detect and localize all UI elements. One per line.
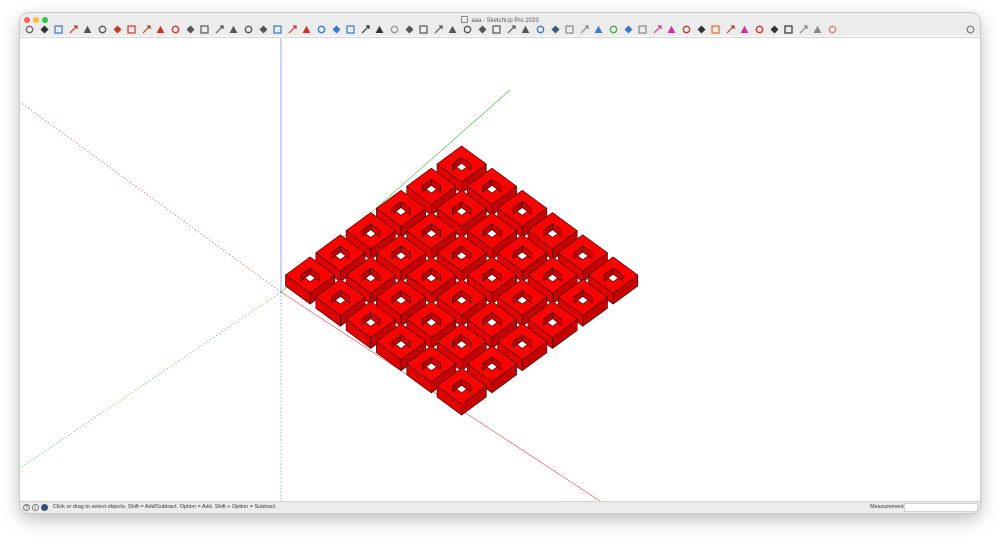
dimension-style-icon[interactable] <box>652 24 663 35</box>
box-array <box>285 145 639 416</box>
main-toolbar <box>20 23 980 37</box>
tag-icon[interactable] <box>812 24 823 35</box>
paint-bucket-icon[interactable] <box>345 24 356 35</box>
tape-measure-icon[interactable] <box>185 24 196 35</box>
move-tool-icon[interactable] <box>141 24 152 35</box>
outliner-icon[interactable] <box>827 24 838 35</box>
zoom-tool-icon[interactable] <box>243 24 254 35</box>
search-icon[interactable] <box>24 24 35 35</box>
axes-tool-icon[interactable] <box>331 24 342 35</box>
offset-tool-icon[interactable] <box>126 24 137 35</box>
red-axis-dotted <box>20 101 282 293</box>
measurements-label: Measurements <box>870 504 907 510</box>
text-tool-icon[interactable] <box>272 24 283 35</box>
bottom-view-icon[interactable] <box>491 24 502 35</box>
solid-tools-icon[interactable] <box>593 24 604 35</box>
group-icon[interactable] <box>564 24 575 35</box>
protractor-icon[interactable] <box>199 24 210 35</box>
back-view-icon[interactable] <box>462 24 473 35</box>
sketchup-window: aaa - SketchUp Pro 2023 ? i Click or dra… <box>20 13 980 513</box>
document-icon <box>461 16 469 23</box>
water-drop-icon[interactable] <box>623 24 634 35</box>
section-plane-icon[interactable] <box>301 24 312 35</box>
extension-warehouse-icon[interactable] <box>681 24 692 35</box>
layout-send-icon[interactable] <box>666 24 677 35</box>
status-bar: ? i Click or drag to select objects. Shi… <box>20 501 980 513</box>
eraser-tool-icon[interactable] <box>53 24 64 35</box>
model-scene[interactable] <box>20 38 980 502</box>
status-message: Click or drag to select objects. Shift =… <box>53 504 277 510</box>
hidden-line-style-icon[interactable] <box>535 24 546 35</box>
pan-tool-icon[interactable] <box>228 24 239 35</box>
sandbox-icon[interactable] <box>608 24 619 35</box>
photo-texture-icon[interactable] <box>739 24 750 35</box>
terrain-icon[interactable] <box>710 24 721 35</box>
select-tool-icon[interactable] <box>39 24 50 35</box>
look-around-icon[interactable] <box>374 24 385 35</box>
rectangle-tool-icon[interactable] <box>97 24 108 35</box>
xray-style-icon[interactable] <box>506 24 517 35</box>
info-icon[interactable]: ? <box>23 504 30 511</box>
copy-icon[interactable] <box>579 24 590 35</box>
wireframe-style-icon[interactable] <box>520 24 531 35</box>
geo-location-icon[interactable] <box>725 24 736 35</box>
line-tool-icon[interactable] <box>68 24 79 35</box>
orbit-tool-icon[interactable] <box>214 24 225 35</box>
model-viewport[interactable] <box>20 37 980 502</box>
follow-me-icon[interactable] <box>798 24 809 35</box>
text-label-icon[interactable] <box>389 24 400 35</box>
3d-text-icon[interactable] <box>316 24 327 35</box>
push-pull-tool-icon[interactable] <box>112 24 123 35</box>
title-bar: aaa - SketchUp Pro 2023 <box>20 13 980 36</box>
warehouse-icon[interactable] <box>696 24 707 35</box>
top-view-icon[interactable] <box>418 24 429 35</box>
redo-icon[interactable] <box>783 24 794 35</box>
undo-icon[interactable] <box>769 24 780 35</box>
scale-tool-icon[interactable] <box>170 24 181 35</box>
rotate-tool-icon[interactable] <box>155 24 166 35</box>
front-view-icon[interactable] <box>433 24 444 35</box>
left-view-icon[interactable] <box>477 24 488 35</box>
model-info-icon[interactable] <box>754 24 765 35</box>
zoom-extents-icon[interactable] <box>258 24 269 35</box>
walk-tool-icon[interactable] <box>360 24 371 35</box>
arc-tool-icon[interactable] <box>82 24 93 35</box>
iso-view-icon[interactable] <box>404 24 415 35</box>
credits-icon[interactable]: i <box>32 504 39 511</box>
component-icon[interactable] <box>550 24 561 35</box>
green-axis-dotted <box>20 291 282 469</box>
fog-icon[interactable] <box>637 24 648 35</box>
dimension-tool-icon[interactable] <box>287 24 298 35</box>
share-icon[interactable] <box>965 24 976 35</box>
user-avatar-icon[interactable] <box>41 504 48 511</box>
right-view-icon[interactable] <box>447 24 458 35</box>
measurements-input[interactable] <box>904 503 978 512</box>
